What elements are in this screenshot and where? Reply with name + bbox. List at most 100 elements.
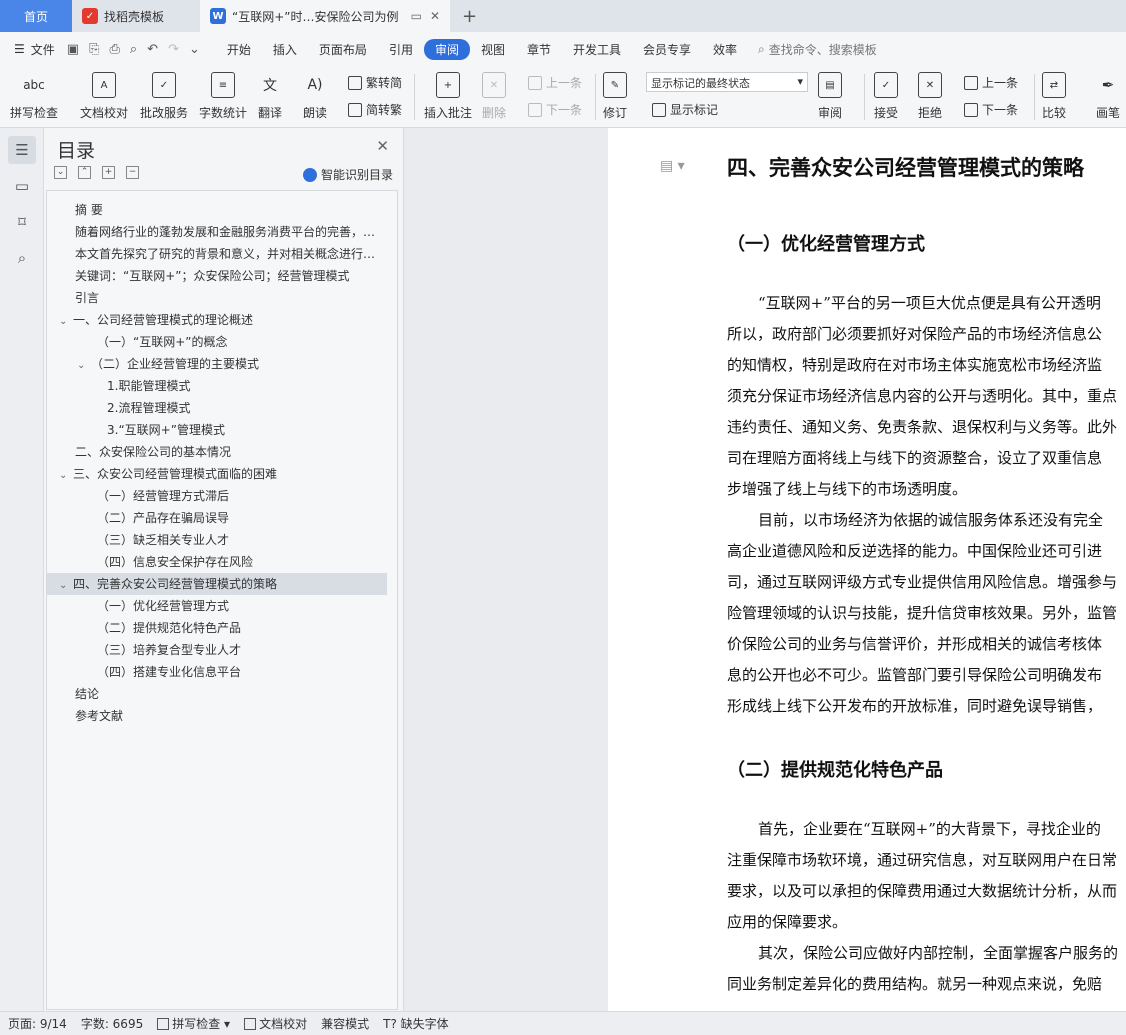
menu-view[interactable]: 视图 — [470, 39, 516, 60]
delete-comment-button[interactable]: ✕ 删除 — [482, 72, 506, 121]
toc-item[interactable]: 结论 — [47, 683, 387, 705]
save-icon[interactable]: ▣ — [67, 42, 79, 57]
smart-toc-button[interactable]: 智能识别目录 — [302, 166, 393, 183]
menu-developer[interactable]: 开发工具 — [562, 39, 632, 60]
search-icon[interactable]: ⌕ — [8, 244, 36, 272]
menu-member[interactable]: 会员专享 — [632, 39, 702, 60]
chapter-icon[interactable]: ▭ — [8, 172, 36, 200]
menu-review[interactable]: 审阅 — [423, 38, 470, 60]
track-changes-button[interactable]: ✎ 修订 — [603, 72, 627, 121]
missing-font-indicator[interactable]: T? 缺失字体 — [383, 1015, 449, 1032]
more-icon[interactable]: ⌄ — [189, 42, 200, 57]
redo-icon[interactable]: ↷ — [168, 42, 179, 57]
chevron-down-icon[interactable]: ⌄ — [59, 465, 73, 485]
compare-label: 比较 — [1042, 106, 1067, 120]
show-markup-button[interactable]: 显示标记 — [652, 101, 718, 118]
translate-label: 翻译 — [258, 106, 283, 120]
collapse-up-icon[interactable]: ⌃ — [78, 166, 91, 179]
toc-item[interactable]: （四）信息安全保护存在风险 — [47, 551, 387, 573]
toc-item[interactable]: ⌄ 一、公司经营管理模式的理论概述 — [47, 309, 387, 331]
toc-item[interactable]: 摘 要 — [47, 199, 387, 221]
toc-item[interactable]: 二、众安保险公司的基本情况 — [47, 441, 387, 463]
menu-section[interactable]: 章节 — [516, 39, 562, 60]
display-mode-select[interactable]: 显示标记的最终状态 ▾ — [646, 72, 808, 92]
toc-item[interactable]: （一）经营管理方式滞后 — [47, 485, 387, 507]
command-search[interactable]: ⌕ 查找命令、搜索模板 — [758, 41, 877, 58]
collapse-all-icon[interactable]: − — [126, 166, 139, 179]
toc-item-selected[interactable]: ⌄ 四、完善众安公司经营管理模式的策略 — [47, 573, 387, 595]
print-icon[interactable]: ⎙ — [109, 42, 119, 57]
tab-document[interactable]: W “互联网+”时…安保险公司为例 ▭ ✕ — [200, 0, 450, 32]
menu-home[interactable]: 开始 — [216, 39, 262, 60]
toc-item[interactable]: 3.“互联网+”管理模式 — [47, 419, 387, 441]
toc-item[interactable]: ⌄ （二）企业经营管理的主要模式 — [47, 353, 387, 375]
show-markup-icon — [652, 102, 666, 117]
tab-home[interactable]: 首页 — [0, 0, 72, 32]
read-aloud-button[interactable]: A) 朗读 — [303, 72, 327, 121]
prev-comment-button[interactable]: 上一条 — [528, 74, 582, 91]
toc-item[interactable]: 本文首先探究了研究的背景和意义，并对相关概念进行… — [47, 243, 387, 265]
toc-item[interactable]: （一）“互联网+”的概念 — [47, 331, 387, 353]
prev-change-button[interactable]: 上一条 — [964, 74, 1018, 91]
simp-to-trad-button[interactable]: 繁转简 — [348, 74, 402, 91]
menu-references[interactable]: 引用 — [378, 39, 424, 60]
bookmark-icon[interactable]: ⌑ — [8, 208, 36, 236]
smart-toc-label: 智能识别目录 — [320, 168, 393, 182]
new-tab-button[interactable]: + — [450, 0, 489, 32]
proofread-button[interactable]: A 文档校对 — [80, 72, 128, 121]
page-indicator[interactable]: 页面: 9/14 — [8, 1015, 67, 1032]
spellcheck-button[interactable]: abc 拼写检查 — [10, 72, 58, 121]
review-pane-button[interactable]: ▤ 审阅 — [818, 72, 842, 121]
status-spellcheck[interactable]: 拼写检查 ▾ — [157, 1015, 230, 1032]
toc-item[interactable]: 引言 — [47, 287, 387, 309]
toc-item[interactable]: 随着网络行业的蓬勃发展和金融服务消费平台的完善，… — [47, 221, 387, 243]
toc-item[interactable]: （二）产品存在骗局误导 — [47, 507, 387, 529]
read-aloud-label: 朗读 — [303, 106, 328, 120]
review-service-button[interactable]: ✓ 批改服务 — [140, 72, 188, 121]
translate-button[interactable]: 文 翻译 — [258, 72, 282, 121]
chevron-down-icon[interactable]: ⌄ — [59, 575, 73, 595]
print-preview-icon[interactable]: ⌕ — [130, 42, 137, 57]
toc-item[interactable]: （四）搭建专业化信息平台 — [47, 661, 387, 683]
reject-button[interactable]: ✕ 拒绝 — [918, 72, 942, 121]
next-comment-button[interactable]: 下一条 — [528, 101, 582, 118]
expand-all-icon[interactable]: + — [102, 166, 115, 179]
toc-item[interactable]: 1.职能管理模式 — [47, 375, 387, 397]
toc-icon[interactable]: ☰ — [8, 136, 36, 164]
toc-item[interactable]: （二）提供规范化特色产品 — [47, 617, 387, 639]
next-change-button[interactable]: 下一条 — [964, 101, 1018, 118]
close-icon[interactable]: ✕ — [376, 137, 389, 155]
document-page[interactable]: ▤ ▾ 四、完善众安公司经营管理模式的策略 （一）优化经营管理方式 “互联网+”… — [608, 128, 1126, 1011]
trad-to-simp-button[interactable]: 简转繁 — [348, 101, 402, 118]
toc-item[interactable]: （三）缺乏相关专业人才 — [47, 529, 387, 551]
menu-page-layout[interactable]: 页面布局 — [308, 39, 378, 60]
toc-item[interactable]: （三）培养复合型专业人才 — [47, 639, 387, 661]
insert-comment-button[interactable]: + 插入批注 — [424, 72, 472, 121]
compare-button[interactable]: ⇄ 比较 — [1042, 72, 1066, 121]
menu-insert[interactable]: 插入 — [262, 39, 308, 60]
next-comment-icon — [528, 102, 542, 117]
toc-item[interactable]: 关键词：“互联网+”；众安保险公司；经营管理模式 — [47, 265, 387, 287]
toc-item[interactable]: ⌄ 三、众安公司经营管理模式面临的困难 — [47, 463, 387, 485]
status-proofread[interactable]: 文档校对 — [244, 1015, 307, 1032]
toc-item[interactable]: 参考文献 — [47, 705, 387, 727]
tab-window-icon[interactable]: ▭ — [411, 9, 422, 23]
menu-efficiency[interactable]: 效率 — [702, 39, 748, 60]
tab-close-icon[interactable]: ✕ — [430, 9, 440, 23]
chevron-down-icon[interactable]: ⌄ — [59, 311, 73, 331]
prev-change-label: 上一条 — [982, 76, 1019, 90]
toc-item[interactable]: （一）优化经营管理方式 — [47, 595, 387, 617]
word-count-indicator[interactable]: 字数: 6695 — [81, 1015, 143, 1032]
word-count-button[interactable]: ≡ 字数统计 — [199, 72, 247, 121]
tab-template[interactable]: ✓ 找稻壳模板 — [72, 0, 200, 32]
ribbon-separator — [1034, 74, 1035, 120]
chevron-down-icon[interactable]: ⌄ — [77, 355, 91, 375]
file-menu[interactable]: ☰ 文件 — [14, 41, 55, 58]
toc-item[interactable]: 2.流程管理模式 — [47, 397, 387, 419]
undo-icon[interactable]: ↶ — [147, 42, 158, 57]
page-menu-icon[interactable]: ▤ ▾ — [660, 158, 685, 174]
ink-button[interactable]: ✒ 画笔 — [1096, 72, 1120, 121]
export-icon[interactable]: ⎘ — [89, 42, 99, 57]
accept-button[interactable]: ✓ 接受 — [874, 72, 898, 121]
expand-down-icon[interactable]: ⌄ — [54, 166, 67, 179]
